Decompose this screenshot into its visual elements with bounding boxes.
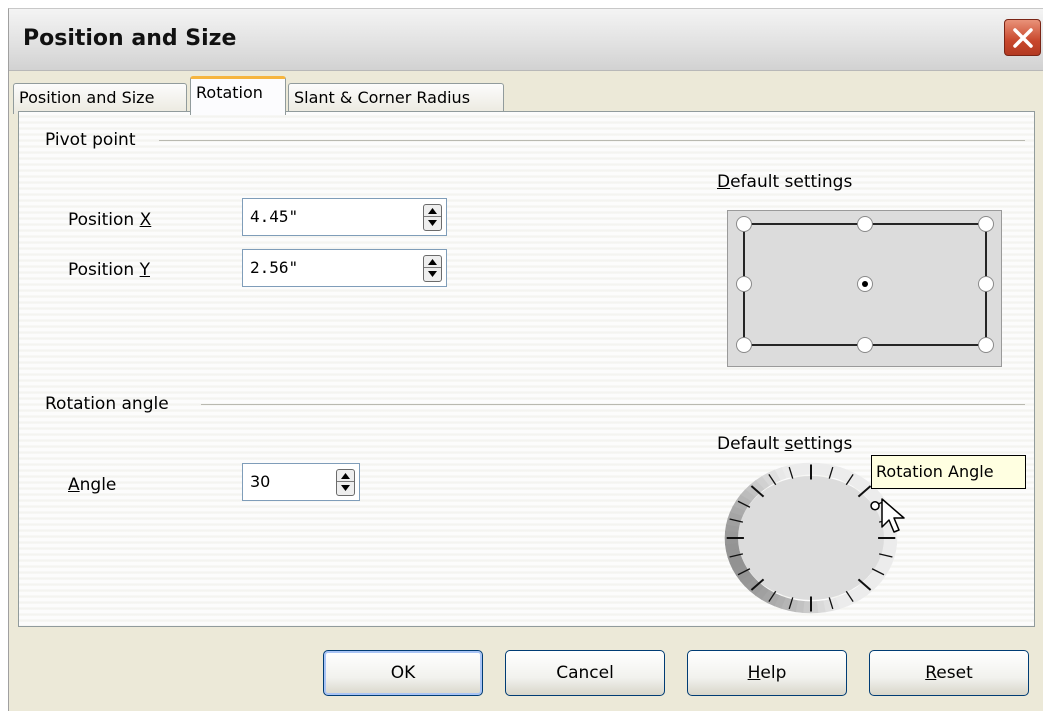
pivot-middle-left-radio[interactable] xyxy=(736,276,752,292)
position-x-spinner[interactable] xyxy=(423,204,442,231)
position-x-label: Position X xyxy=(68,210,152,230)
position-y-label: Position Y xyxy=(68,260,150,280)
dial-ring-segment xyxy=(810,462,819,475)
tab-strip: Position and Size Rotation Slant & Corne… xyxy=(9,71,1043,115)
title-bar: Position and Size xyxy=(9,9,1043,71)
close-button[interactable] xyxy=(1004,19,1041,56)
pivot-point-selector xyxy=(727,210,1002,367)
rotation-tab-panel: Pivot point Position X 4.45" Position Y … xyxy=(18,111,1035,627)
angle-spinner[interactable] xyxy=(336,469,355,496)
pivot-bottom-left-radio[interactable] xyxy=(736,337,752,353)
rotation-angle-heading: Rotation angle xyxy=(45,394,169,414)
cancel-button[interactable]: Cancel xyxy=(505,650,665,696)
position-x-field[interactable]: 4.45" xyxy=(242,198,447,236)
angle-field[interactable]: 30 xyxy=(242,463,360,501)
dialog-title: Position and Size xyxy=(23,26,237,51)
ok-button[interactable]: OK xyxy=(323,650,483,696)
pivot-point-heading: Pivot point xyxy=(45,130,136,150)
position-y-value: 2.56" xyxy=(250,258,299,277)
close-icon xyxy=(1013,28,1033,48)
pivot-top-right-radio[interactable] xyxy=(978,216,994,232)
angle-value: 30 xyxy=(250,472,271,491)
spin-down-icon[interactable] xyxy=(424,217,441,229)
pivot-point-separator xyxy=(159,140,1025,141)
rotation-angle-separator xyxy=(201,404,1025,405)
dial-angle-handle xyxy=(870,501,880,511)
pivot-bottom-right-radio[interactable] xyxy=(978,337,994,353)
spin-down-icon[interactable] xyxy=(337,482,354,494)
dial-ring-segment xyxy=(803,601,812,614)
position-y-field[interactable]: 2.56" xyxy=(242,249,447,287)
spin-up-icon[interactable] xyxy=(337,470,354,482)
help-button[interactable]: Help xyxy=(687,650,847,696)
pivot-default-settings-label: Default settings xyxy=(717,172,853,192)
pivot-top-left-radio[interactable] xyxy=(736,216,752,232)
spin-up-icon[interactable] xyxy=(424,256,441,268)
rotation-angle-tooltip: Rotation Angle xyxy=(871,455,1026,489)
pivot-middle-right-radio[interactable] xyxy=(978,276,994,292)
pivot-top-center-radio[interactable] xyxy=(857,216,873,232)
pivot-bottom-center-radio[interactable] xyxy=(857,337,873,353)
reset-button[interactable]: Reset xyxy=(869,650,1029,696)
tab-rotation[interactable]: Rotation xyxy=(190,76,286,115)
dialog-window: Position and Size Position and Size Rota… xyxy=(8,8,1043,711)
spin-up-icon[interactable] xyxy=(424,205,441,217)
tab-position-and-size[interactable]: Position and Size xyxy=(13,83,187,114)
mouse-cursor-icon xyxy=(881,498,905,533)
tab-slant-corner-radius[interactable]: Slant & Corner Radius xyxy=(288,83,504,114)
spin-down-icon[interactable] xyxy=(424,268,441,280)
position-y-spinner[interactable] xyxy=(423,255,442,282)
position-x-value: 4.45" xyxy=(250,207,299,226)
angle-label: Angle xyxy=(68,475,117,495)
pivot-center-radio[interactable] xyxy=(857,276,873,292)
